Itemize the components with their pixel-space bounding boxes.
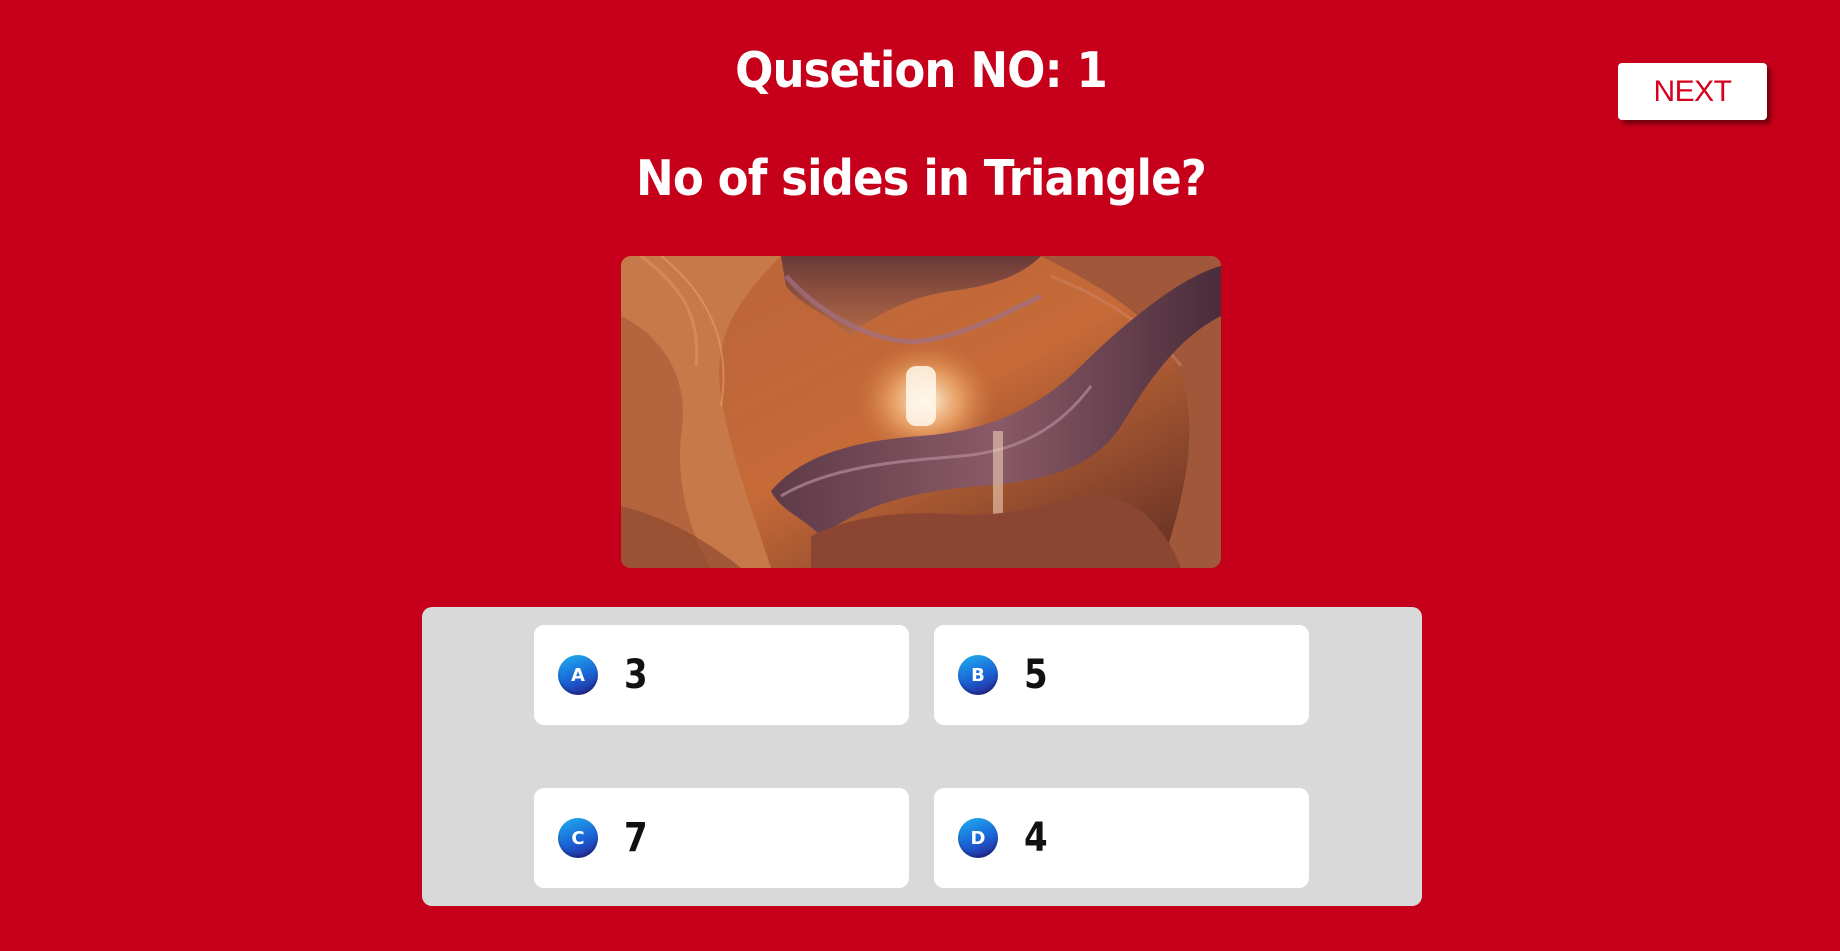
canyon-photo (621, 256, 1221, 568)
option-c-badge: C (558, 818, 598, 858)
option-d-text: 4 (1024, 815, 1048, 861)
question-number-title: Qusetion NO: 1 (735, 42, 1108, 99)
option-d-badge: D (958, 818, 998, 858)
option-a-text: 3 (624, 652, 648, 698)
question-text: No of sides in Triangle? (636, 150, 1207, 207)
option-c-text: 7 (624, 815, 648, 861)
option-c[interactable]: C 7 (534, 788, 909, 888)
option-a[interactable]: A 3 (534, 625, 909, 725)
next-button[interactable]: NEXT (1618, 63, 1767, 120)
option-a-badge: A (558, 655, 598, 695)
question-image (621, 256, 1221, 568)
option-b[interactable]: B 5 (934, 625, 1309, 725)
option-b-text: 5 (1024, 652, 1048, 698)
options-panel: A 3 B 5 C 7 D 4 (422, 607, 1422, 906)
option-d[interactable]: D 4 (934, 788, 1309, 888)
option-b-badge: B (958, 655, 998, 695)
